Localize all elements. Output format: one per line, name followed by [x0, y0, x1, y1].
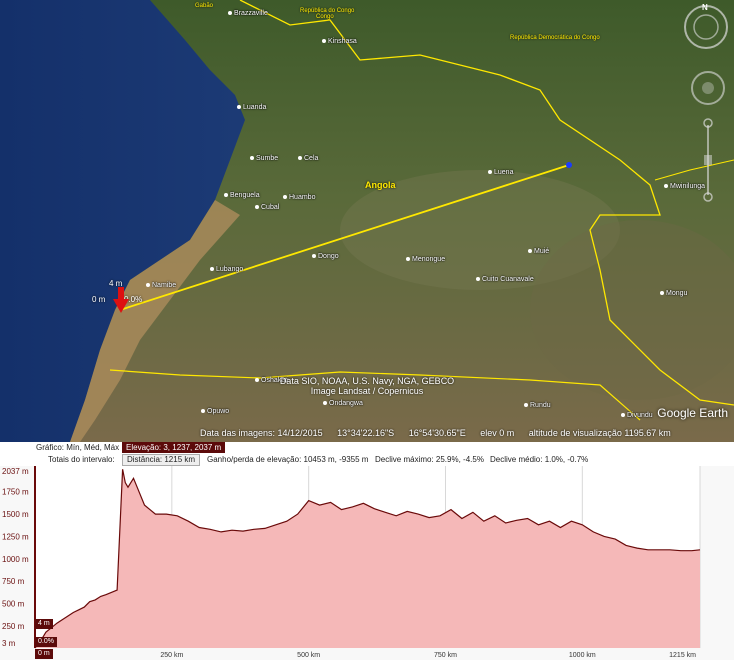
profile-header-totals: Totais do intervalo: Distância: 1215 km … [0, 454, 734, 466]
place-brazzaville: Brazzaville [228, 10, 268, 17]
country-label: Congo [316, 14, 334, 20]
place-cuito-cuanavale: Cuito Cuanavale [476, 276, 534, 283]
place-huambo: Huambo [283, 194, 315, 201]
place-opuwo: Opuwo [201, 408, 229, 415]
y-tick-label: 1000 m [2, 555, 29, 564]
place-menongue: Menongue [406, 256, 445, 263]
place-namibe: Namibe [146, 282, 176, 289]
place-dongo: Dongo [312, 253, 339, 260]
x-tick-label: 250 km [160, 652, 183, 659]
elevation-summary-badge: Elevação: 3, 1237, 2037 m [122, 442, 226, 453]
position-marker-icon[interactable] [113, 287, 129, 315]
y-tick-label: 1250 m [2, 532, 29, 541]
distance-readout: Distância: 1215 km [122, 454, 201, 466]
country-label: Angola [365, 180, 396, 190]
place-kinshasa: Kinshasa [322, 38, 357, 45]
place-mongu: Mongu [660, 290, 687, 297]
pin-base-label: 0 m [92, 295, 106, 304]
country-label: República Democrática do Congo [510, 35, 600, 41]
place-rundu: Rundu [524, 402, 551, 409]
place-lubango: Lubango [210, 266, 243, 273]
map-view[interactable]: Gabão República do Congo Congo República… [0, 0, 734, 442]
y-tick-label: 2037 m [2, 467, 29, 476]
x-tick-label: 750 km [434, 652, 457, 659]
zoom-slider[interactable] [700, 115, 716, 205]
x-tick-label: 1215 km [669, 652, 696, 659]
imagery-credits: Data SIO, NOAA, U.S. Navy, NGA, GEBCO Im… [279, 376, 455, 396]
range-totals-label: Totais do intervalo: [48, 455, 115, 464]
graph-minmax-label: Gráfico: Mín, Méd, Máx [36, 443, 120, 452]
y-tick-label: 250 m [2, 622, 25, 631]
y-tick-label: 1750 m [2, 488, 29, 497]
cursor-slope-badge: 0.0% [35, 637, 57, 647]
x-tick-label: 500 km [297, 652, 320, 659]
place-ondangwa: Ondangwa [323, 400, 363, 407]
imagery-date: Data das imagens: 14/12/2015 [200, 428, 323, 438]
longitude-readout: 16°54'30.65"E [408, 428, 466, 438]
status-bar: Data das imagens: 14/12/2015 13°34'22.16… [200, 428, 683, 438]
y-tick-label: 500 m [2, 600, 25, 609]
eye-altitude-readout: altitude de visualização 1195.67 km [528, 428, 671, 438]
elevation-readout: elev 0 m [480, 428, 515, 438]
place-luanda: Luanda [237, 104, 266, 111]
place-sumbe: Sumbe [250, 155, 278, 162]
elevation-gain-readout: Ganho/perda de elevação: 10453 m, -9355 … [207, 455, 369, 464]
x-tick-label: 1000 km [569, 652, 596, 659]
place-divundu: Divundu [621, 412, 653, 419]
y-tick-label: 1500 m [2, 510, 29, 519]
latitude-readout: 13°34'22.16"S [337, 428, 395, 438]
elevation-profile-panel[interactable]: Gráfico: Mín, Méd, Máx Elevação: 3, 1237… [0, 442, 734, 660]
country-label: Gabão [195, 3, 214, 9]
max-slope-readout: Declive máximo: 25.9%, -4.5% [375, 455, 484, 464]
place-cela: Cela [298, 155, 318, 162]
compass-north-label[interactable]: N [702, 3, 708, 12]
cursor-distance-badge: 0 m [35, 649, 53, 659]
place-benguela: Benguela [224, 192, 260, 199]
place-muie: Muié [528, 248, 549, 255]
place-cubal: Cubal [255, 204, 279, 211]
profile-header-stats: Gráfico: Mín, Méd, Máx Elevação: 3, 1237… [0, 442, 734, 454]
place-mwinilunga: Mwinilunga [664, 183, 705, 190]
place-luena: Luena [488, 169, 513, 176]
avg-slope-readout: Declive médio: 1.0%, -0.7% [490, 455, 589, 464]
elevation-chart[interactable]: 2037 m 1750 m 1500 m 1250 m 1000 m 750 m 500 m… [0, 466, 734, 660]
google-earth-logo: Google Earth [657, 406, 728, 420]
y-tick-label: 3 m [2, 639, 16, 648]
cursor-elevation-badge: 4 m [35, 619, 53, 629]
y-tick-label: 750 m [2, 577, 25, 586]
look-joystick-icon[interactable] [688, 68, 728, 108]
